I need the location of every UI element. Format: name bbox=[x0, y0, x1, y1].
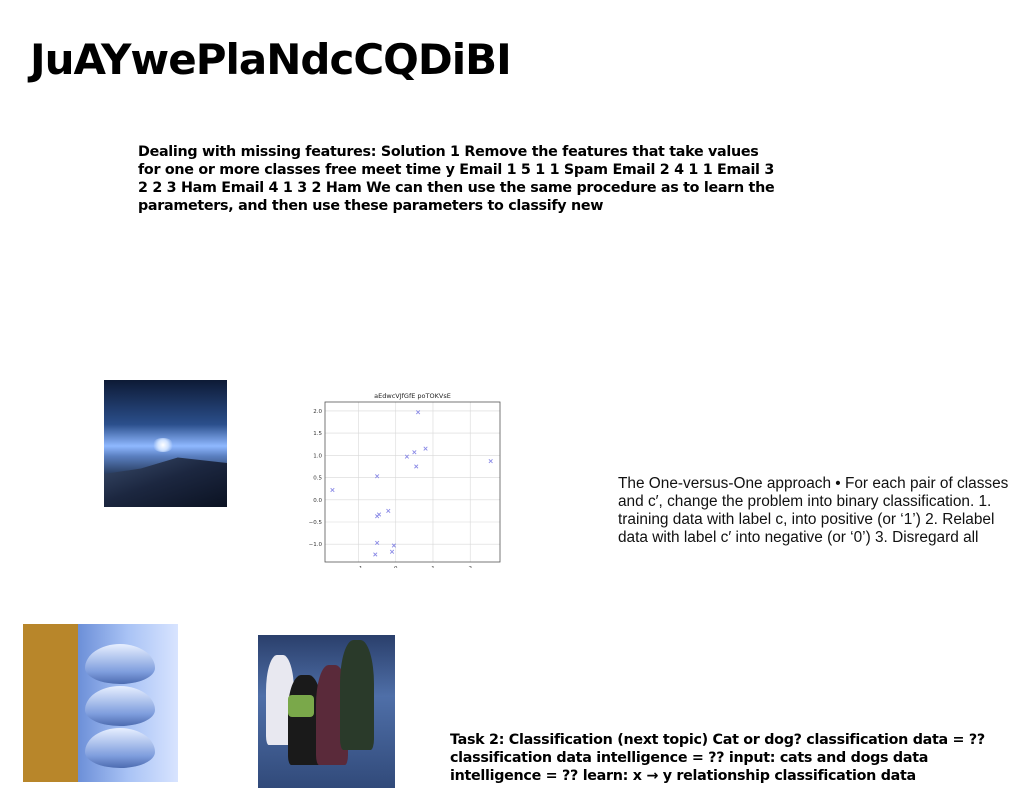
page-title: JuAYwePlaNdcCQDiBI bbox=[30, 35, 512, 84]
one-vs-one-paragraph: The One-versus-One approach • For each p… bbox=[618, 475, 1009, 546]
seascape-image bbox=[104, 380, 227, 507]
y-tick-label: 0.5 bbox=[313, 476, 322, 482]
x-tick-label: −1 bbox=[354, 566, 362, 568]
y-tick-label: −0.5 bbox=[309, 520, 323, 526]
y-tick-label: −1.0 bbox=[309, 542, 323, 548]
scatter-point bbox=[412, 450, 417, 455]
missing-features-paragraph: Dealing with missing features: Solution … bbox=[138, 144, 775, 214]
architecture-image bbox=[23, 624, 178, 782]
scatter-chart: aEdwcVJfGfE poTOKVsE −1 0 1 2 −1.0 −0.5 0.0 0.5 1… bbox=[309, 392, 501, 568]
scatter-point bbox=[375, 514, 380, 519]
task2-paragraph: Task 2: Classification (next topic) Cat … bbox=[450, 732, 985, 784]
chart-title: aEdwcVJfGfE poTOKVsE bbox=[374, 392, 451, 400]
x-tick-label: 0 bbox=[394, 566, 398, 568]
group-photo-image bbox=[258, 635, 395, 788]
y-tick-label: 1.5 bbox=[313, 431, 322, 437]
scatter-point bbox=[488, 458, 493, 464]
scatter-point bbox=[414, 464, 419, 469]
x-tick-label: 2 bbox=[468, 566, 472, 568]
scatter-point bbox=[330, 487, 335, 493]
scatter-point bbox=[386, 508, 391, 514]
x-tick-label: 1 bbox=[431, 566, 435, 568]
scatter-point bbox=[373, 552, 378, 557]
plot-frame bbox=[324, 401, 501, 563]
scatter-point bbox=[389, 549, 395, 554]
scatter-point bbox=[423, 446, 428, 451]
y-tick-label: 1.0 bbox=[313, 453, 322, 459]
y-tick-label: 0.0 bbox=[313, 498, 322, 504]
y-tick-label: 2.0 bbox=[313, 409, 322, 415]
